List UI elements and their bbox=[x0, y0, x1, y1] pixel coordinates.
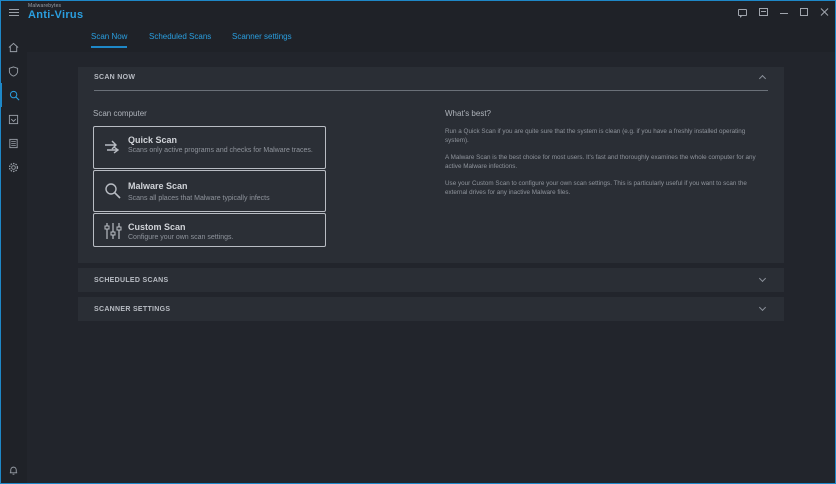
chevron-down-icon[interactable] bbox=[758, 303, 768, 313]
tab-bar: Scan Now Scheduled Scans Scanner setting… bbox=[27, 24, 836, 52]
chat-icon[interactable] bbox=[738, 8, 747, 18]
sidebar-item-scan[interactable] bbox=[0, 83, 27, 107]
scan-computer-label: Scan computer bbox=[93, 109, 147, 118]
app-logo: Malwarebytes Anti-Virus bbox=[28, 2, 84, 21]
brand-company: Malwarebytes bbox=[28, 2, 62, 9]
list-icon bbox=[9, 138, 18, 148]
maximize-icon[interactable] bbox=[800, 8, 808, 16]
minimize-icon[interactable] bbox=[780, 12, 788, 14]
malware-scan-title: Malware Scan bbox=[128, 181, 188, 191]
notification-icon[interactable] bbox=[759, 8, 768, 16]
bell-icon bbox=[9, 466, 18, 475]
quick-scan-button[interactable]: Quick Scan Scans only active programs an… bbox=[93, 126, 326, 169]
whats-best-paragraph: Run a Quick Scan if you are quite sure t… bbox=[445, 128, 746, 144]
custom-scan-description: Configure your own scan settings. bbox=[128, 234, 234, 241]
sidebar-item-settings[interactable] bbox=[0, 155, 27, 179]
tab-scan-now[interactable]: Scan Now bbox=[91, 32, 128, 48]
scanner-settings-panel[interactable]: SCANNER SETTINGS bbox=[78, 297, 784, 321]
shield-icon bbox=[8, 65, 19, 77]
custom-scan-title: Custom Scan bbox=[128, 222, 186, 232]
app-title: Anti-Virus bbox=[28, 8, 84, 21]
divider bbox=[94, 90, 768, 91]
quick-scan-description: Scans only active programs and checks fo… bbox=[128, 147, 313, 154]
sliders-icon bbox=[104, 223, 122, 239]
custom-scan-button[interactable]: Custom Scan Configure your own scan sett… bbox=[93, 213, 326, 247]
malware-scan-description: Scans all places that Malware typically … bbox=[128, 195, 270, 202]
gear-icon bbox=[8, 162, 19, 172]
chevron-down-icon[interactable] bbox=[758, 274, 768, 284]
scan-now-panel: SCAN NOW Scan computer Quick Scan Scans … bbox=[78, 67, 784, 263]
scanner-settings-header[interactable]: SCANNER SETTINGS bbox=[94, 297, 170, 321]
sidebar-item-notifications[interactable] bbox=[0, 458, 27, 482]
search-icon bbox=[9, 90, 20, 100]
hamburger-menu-icon[interactable] bbox=[2, 0, 26, 24]
tab-scanner-settings[interactable]: Scanner settings bbox=[232, 32, 292, 46]
magnifier-icon bbox=[105, 183, 121, 199]
sidebar-item-quarantine[interactable] bbox=[0, 131, 27, 155]
sidebar-item-home[interactable] bbox=[0, 35, 27, 59]
chevron-up-icon[interactable] bbox=[758, 72, 768, 82]
whats-best-paragraph: Use your Custom Scan to configure your o… bbox=[445, 180, 747, 196]
close-icon[interactable] bbox=[820, 7, 830, 17]
tab-scheduled-scans[interactable]: Scheduled Scans bbox=[149, 32, 211, 46]
quick-scan-title: Quick Scan bbox=[128, 135, 178, 145]
report-icon bbox=[8, 114, 19, 124]
fast-forward-arrow-icon bbox=[105, 140, 120, 154]
malware-scan-button[interactable]: Malware Scan Scans all places that Malwa… bbox=[93, 170, 326, 212]
home-icon bbox=[8, 42, 19, 52]
whats-best-title: What's best? bbox=[445, 109, 491, 118]
whats-best-paragraph: A Malware Scan is the best choice for mo… bbox=[445, 154, 756, 170]
sidebar-item-protection[interactable] bbox=[0, 59, 27, 83]
title-bar: Malwarebytes Anti-Virus bbox=[0, 0, 836, 24]
sidebar bbox=[0, 24, 27, 484]
scheduled-scans-header[interactable]: SCHEDULED SCANS bbox=[94, 268, 169, 292]
scan-now-header[interactable]: SCAN NOW bbox=[94, 67, 135, 87]
sidebar-item-reports[interactable] bbox=[0, 107, 27, 131]
scheduled-scans-panel[interactable]: SCHEDULED SCANS bbox=[78, 268, 784, 292]
